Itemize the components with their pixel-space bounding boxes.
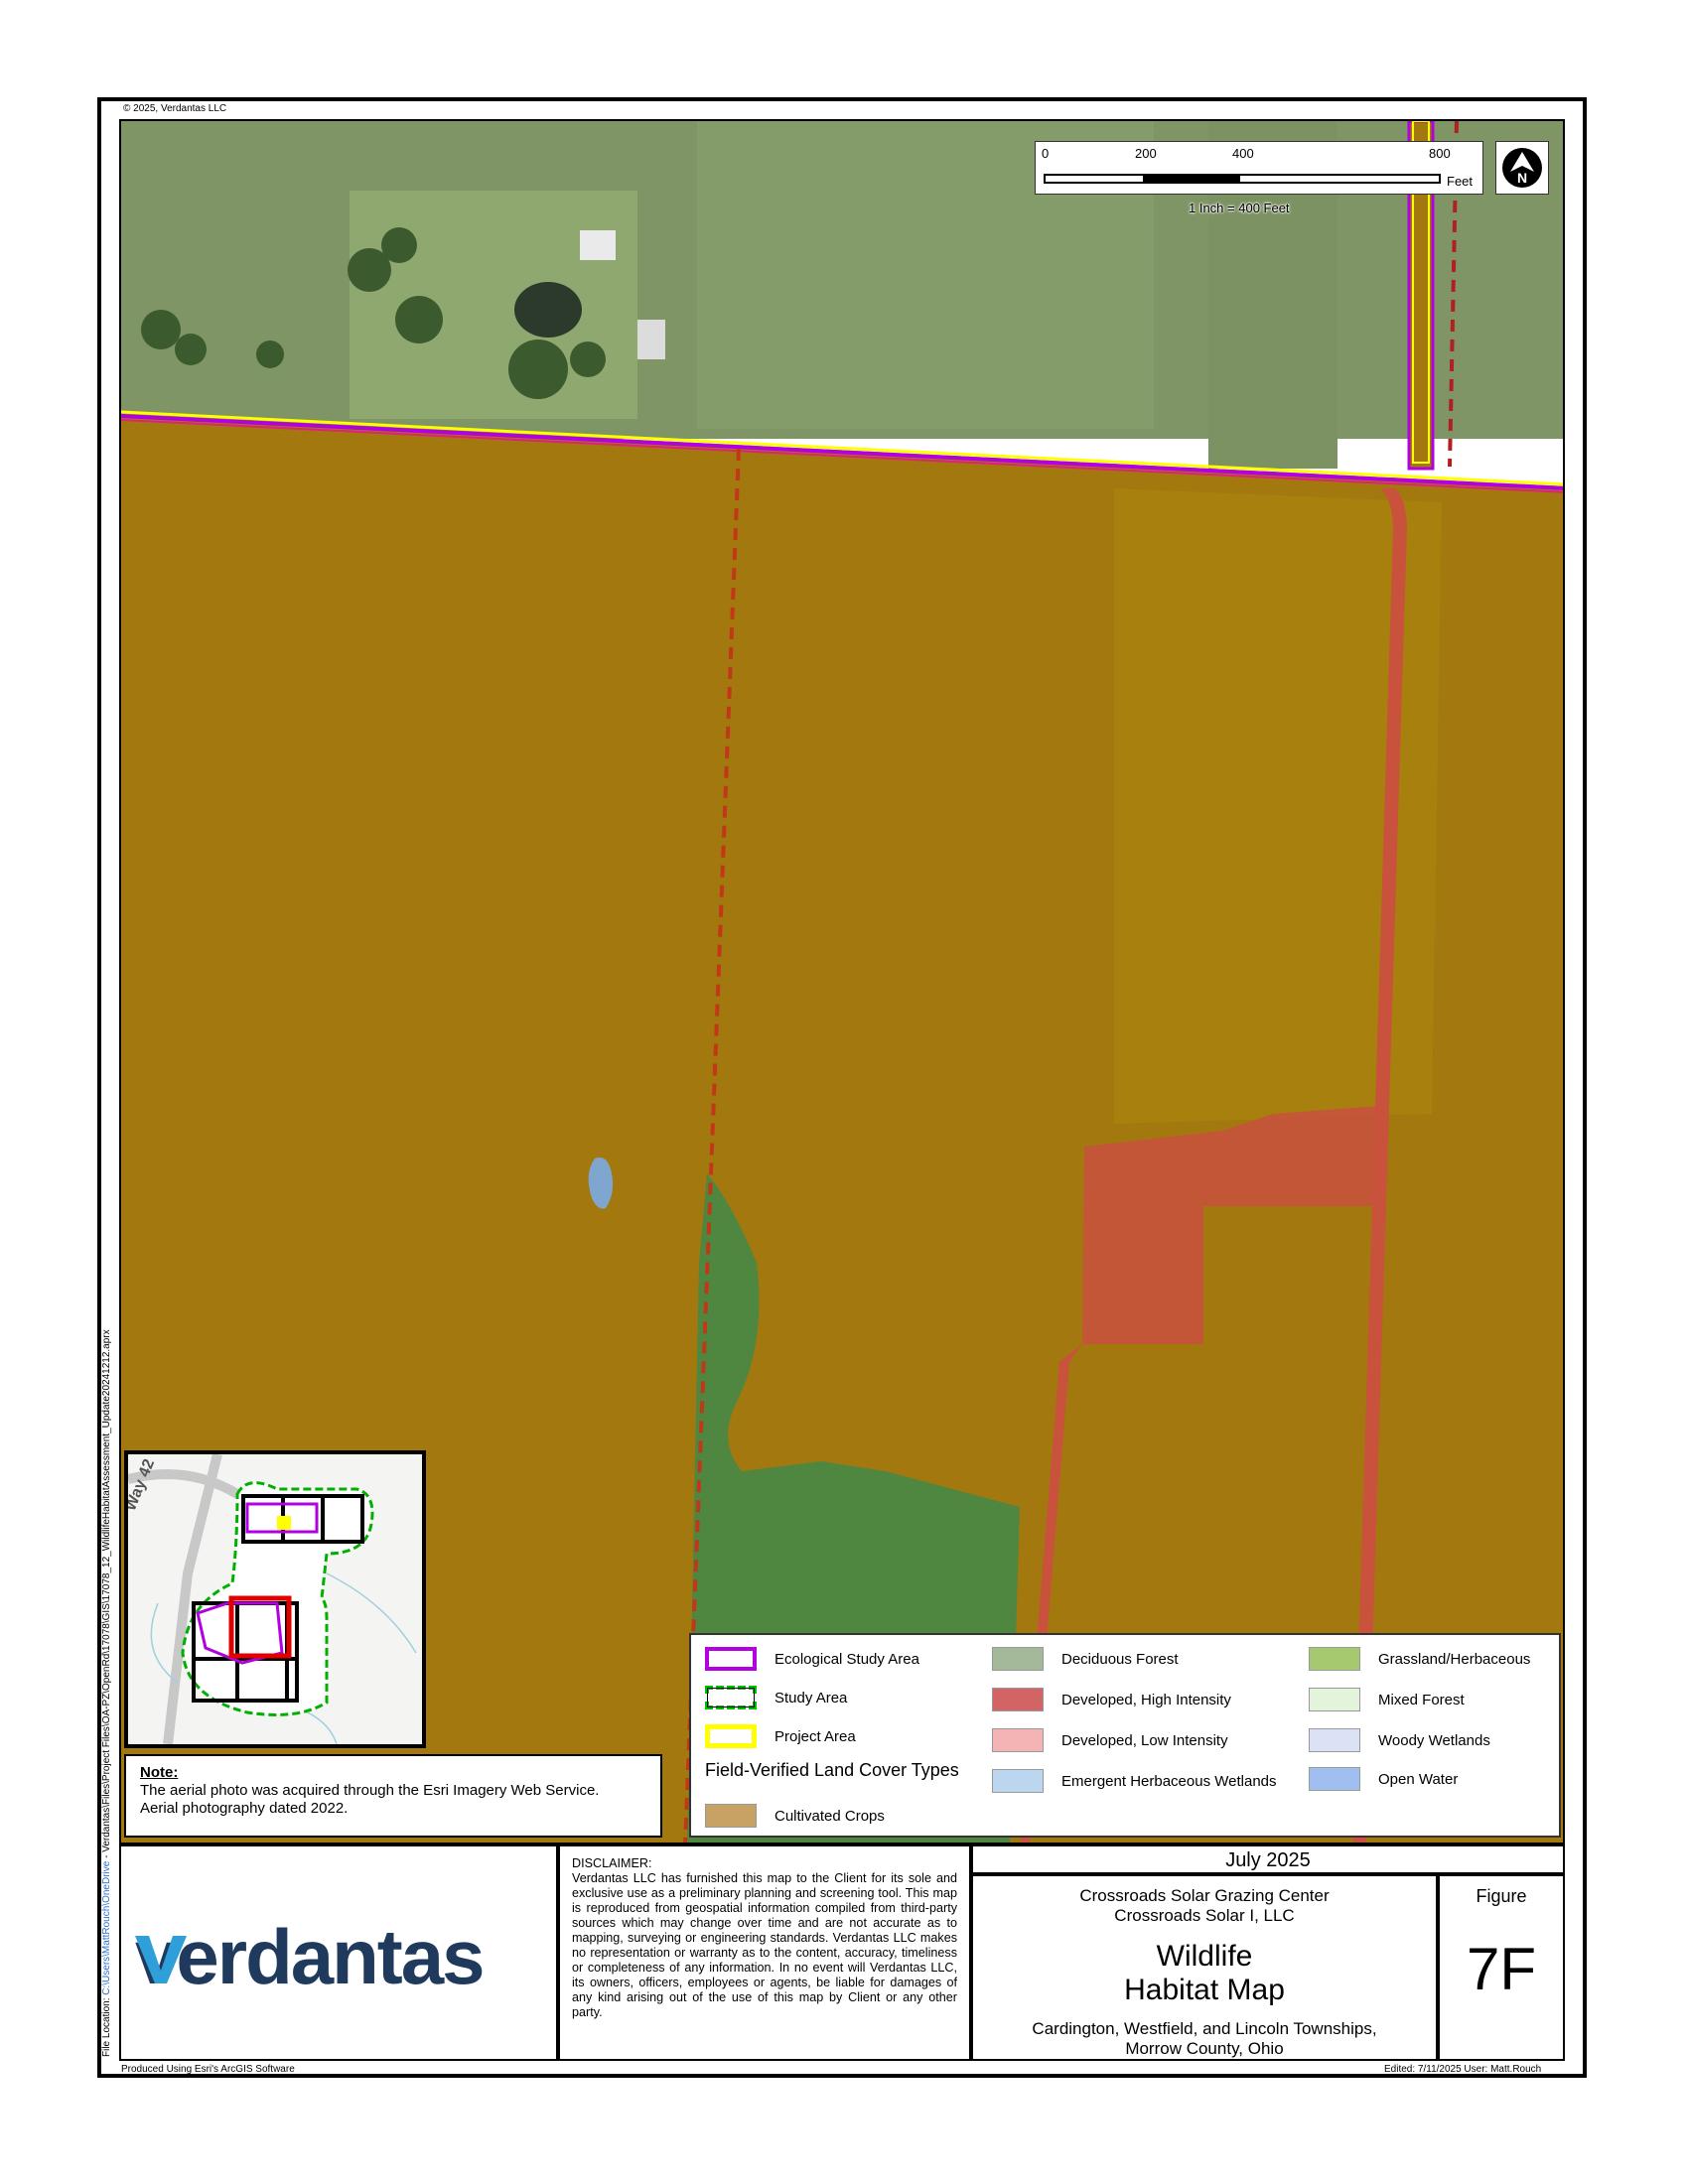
legend-swatch xyxy=(1309,1767,1360,1791)
legend-swatch xyxy=(992,1728,1044,1752)
legend-swatch xyxy=(992,1688,1044,1711)
legend-item-mixed-forest: Mixed Forest xyxy=(1309,1686,1465,1713)
copyright-text: © 2025, Verdantas LLC xyxy=(123,103,227,114)
inset-road-label: Way 42 xyxy=(128,1456,158,1513)
legend-swatch xyxy=(992,1647,1044,1671)
company-logo-cell: verdantas xyxy=(119,1844,558,2061)
legend-item-developed-low-intensity: Developed, Low Intensity xyxy=(992,1726,1228,1754)
location-line-2: Morrow County, Ohio xyxy=(1125,2039,1284,2058)
legend-item-developed-high-intensity: Developed, High Intensity xyxy=(992,1686,1231,1713)
legend-swatch xyxy=(992,1769,1044,1793)
map-date: July 2025 xyxy=(971,1844,1565,1874)
map-title-line-2: Habitat Map xyxy=(1124,1974,1285,2006)
software-credit: Produced Using Esri's ArcGIS Software xyxy=(121,2064,295,2075)
legend-swatch xyxy=(705,1686,757,1709)
north-arrow-icon: N xyxy=(1502,148,1542,188)
farmstead-lawn xyxy=(350,191,637,419)
edit-info: Edited: 7/11/2025 User: Matt.Rouch xyxy=(1384,2064,1542,2075)
scale-bar: 0 200 400 800 Feet xyxy=(1035,141,1483,195)
figure-cell: Figure 7F xyxy=(1438,1874,1565,2061)
note-box: Note: The aerial photo was acquired thro… xyxy=(124,1754,662,1838)
legend-item-open-water: Open Water xyxy=(1309,1765,1458,1793)
scale-tick-0: 0 xyxy=(1042,146,1050,161)
locator-inset-map: Way 42 xyxy=(124,1450,426,1748)
legend-swatch xyxy=(705,1724,757,1748)
legend-item-cultivated-crops: Cultivated Crops xyxy=(705,1802,885,1830)
figure-label: Figure xyxy=(1476,1886,1527,1906)
legend-item-emergent-herbaceous-wetlands: Emergent Herbaceous Wetlands xyxy=(992,1767,1277,1795)
legend-item-grassland-herbaceous: Grassland/Herbaceous xyxy=(1309,1645,1530,1673)
note-title: Note: xyxy=(140,1764,179,1781)
inset-map-graphic: Way 42 xyxy=(128,1454,417,1744)
map-title-line-1: Wildlife xyxy=(1156,1940,1253,1973)
legend-swatch xyxy=(705,1647,757,1671)
title-block: verdantas DISCLAIMER: Verdantas LLC has … xyxy=(119,1844,1565,2061)
legend-heading: Field-Verified Land Cover Types xyxy=(705,1760,959,1780)
legend-item-project-area: Project Area xyxy=(705,1722,856,1750)
project-name: Crossroads Solar Grazing Center xyxy=(1079,1886,1330,1905)
legend-swatch xyxy=(1309,1647,1360,1671)
note-line-1: The aerial photo was acquired through th… xyxy=(140,1782,600,1799)
file-location-link[interactable]: C:\Users\MattRouch\OneDrive xyxy=(101,1861,112,1995)
scale-tick-800: 800 xyxy=(1429,146,1451,161)
farm-building xyxy=(580,230,616,260)
project-info-cell: Crossroads Solar Grazing Center Crossroa… xyxy=(971,1874,1438,2061)
disclaimer-body: Verdantas LLC has furnished this map to … xyxy=(572,1871,957,2019)
file-location-text: File Location: C:\Users\MattRouch\OneDri… xyxy=(101,1329,112,2057)
legend-swatch xyxy=(1309,1728,1360,1752)
client-name: Crossroads Solar I, LLC xyxy=(1114,1906,1295,1925)
svg-text:N: N xyxy=(1517,170,1527,186)
legend-item-deciduous-forest: Deciduous Forest xyxy=(992,1645,1179,1673)
disclaimer-cell: DISCLAIMER: Verdantas LLC has furnished … xyxy=(558,1844,971,2061)
map-legend: Ecological Study Area Study Area Project… xyxy=(689,1633,1561,1838)
scale-unit: Feet xyxy=(1447,174,1474,189)
disclaimer-title: DISCLAIMER: xyxy=(572,1856,652,1870)
farm-barn xyxy=(637,320,665,359)
farm-pond xyxy=(514,282,582,338)
figure-number: 7F xyxy=(1466,1936,1537,2002)
scale-bar-graphic xyxy=(1044,174,1441,184)
legend-item-woody-wetlands: Woody Wetlands xyxy=(1309,1726,1490,1754)
legend-item-study-area: Study Area xyxy=(705,1684,847,1711)
company-logo: verdantas xyxy=(135,1913,486,2000)
legend-item-ecological-study-area: Ecological Study Area xyxy=(705,1645,919,1673)
file-location-label: File Location: xyxy=(101,1997,112,2057)
scale-tick-400: 400 xyxy=(1232,146,1254,161)
note-line-2: Aerial photography dated 2022. xyxy=(140,1800,349,1817)
location-line-1: Cardington, Westfield, and Lincoln Towns… xyxy=(1032,2019,1377,2038)
scale-tick-200: 200 xyxy=(1135,146,1157,161)
company-logo-text: verdantas xyxy=(135,1913,484,2000)
file-location-path: - Verdantas\Files\Project Files\OA-PZ\Op… xyxy=(101,1329,112,1858)
legend-swatch xyxy=(1309,1688,1360,1711)
scale-ratio-text: 1 Inch = 400 Feet xyxy=(1189,201,1290,215)
legend-swatch xyxy=(705,1804,757,1828)
north-arrow: N xyxy=(1495,141,1549,195)
